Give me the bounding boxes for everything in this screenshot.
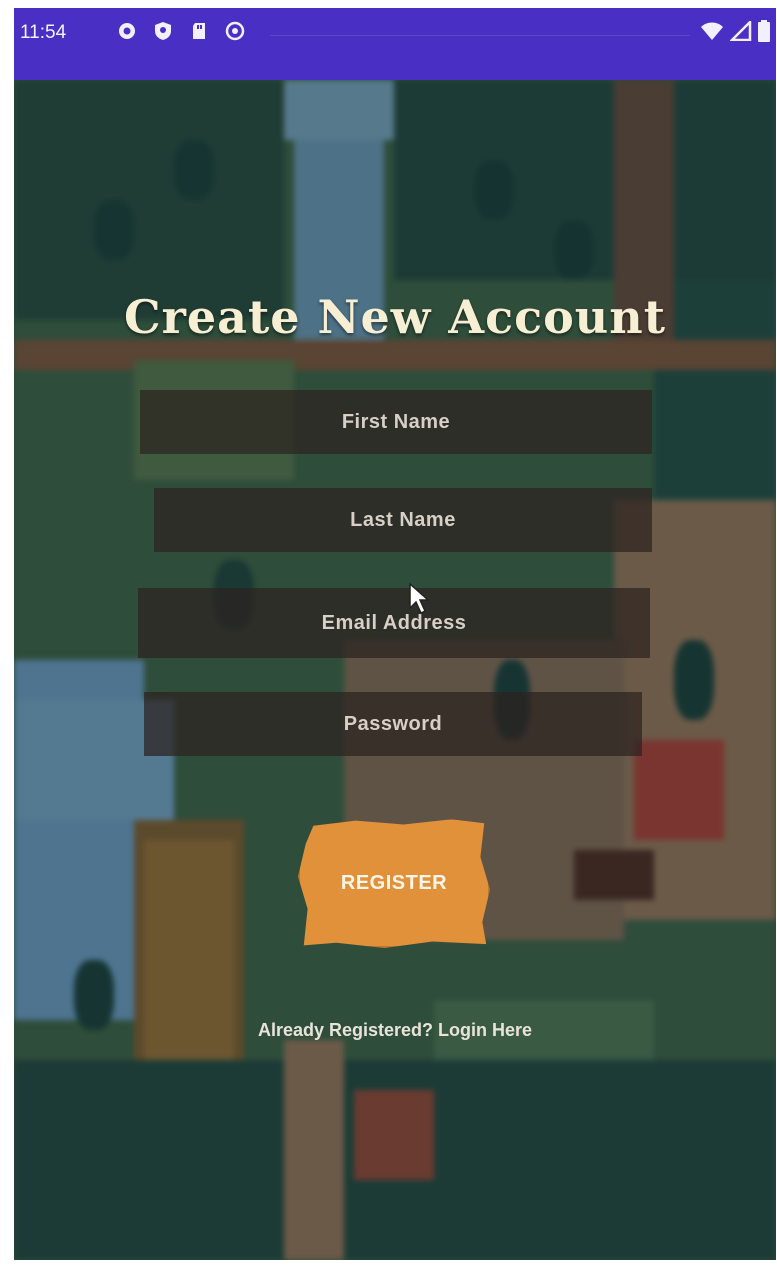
system-icons [700,18,770,46]
last-name-input[interactable] [154,488,652,552]
status-bar: 11:54 [14,8,776,80]
status-time: 11:54 [20,22,67,43]
password-input[interactable] [144,692,642,756]
first-name-input[interactable] [140,390,652,454]
register-button[interactable]: REGISTER [298,819,490,948]
signal-icon [728,18,752,45]
page-title: Create New Account [124,290,666,344]
circle-badge-icon [224,20,246,42]
notification-icons [116,20,246,42]
battery-icon [758,20,770,46]
email-address-input[interactable] [138,588,650,658]
sd-card-icon [188,20,210,42]
status-divider [270,35,690,36]
register-form: Create New Account REGISTER Already Regi… [14,80,776,1260]
phone-screen: 11:54 Create New Account First Name Last… [14,8,776,1260]
mouse-cursor-icon [408,582,430,616]
shield-icon [152,20,174,42]
login-link[interactable]: Already Registered? Login Here [14,1020,776,1041]
wifi-icon [700,21,724,45]
screenshot-frame: 11:54 Create New Account First Name Last… [0,0,777,1268]
gear-icon [116,20,138,42]
